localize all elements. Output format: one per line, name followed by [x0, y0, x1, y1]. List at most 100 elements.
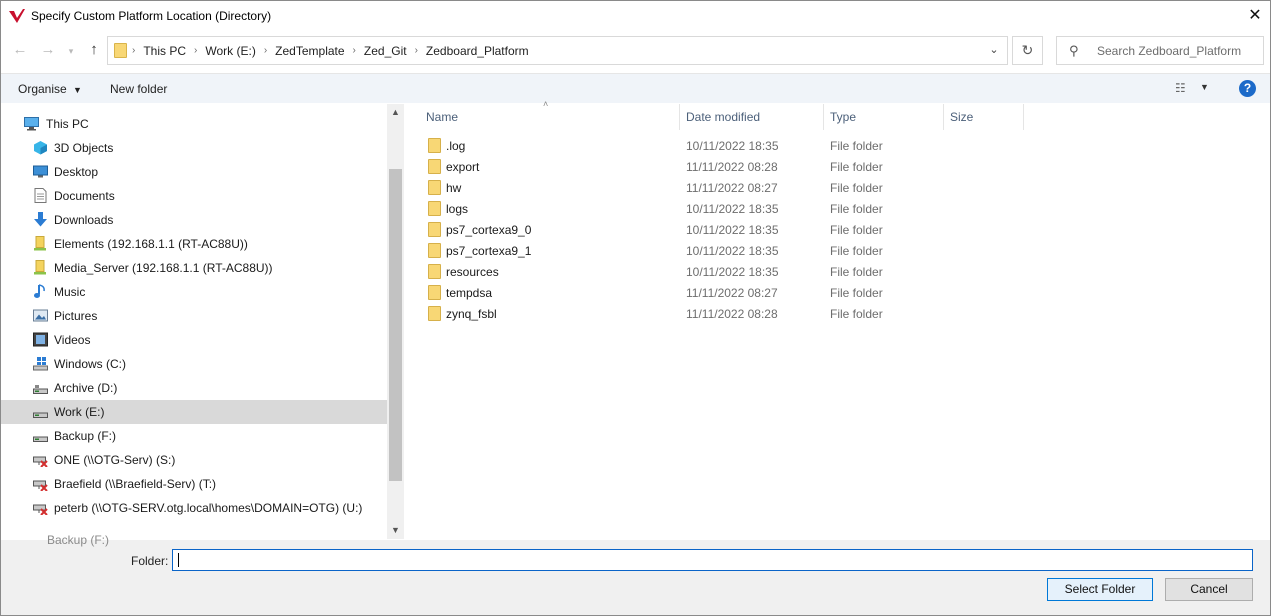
file-type: File folder	[830, 265, 883, 279]
folder-icon	[428, 285, 441, 300]
file-date: 10/11/2022 18:35	[686, 265, 779, 279]
file-row-ps7-cortexa9-1[interactable]: ps7_cortexa9_1 10/11/2022 18:35 File fol…	[420, 240, 940, 261]
command-bar: Organise ▼ New folder ☷ ▼ ?	[1, 73, 1270, 103]
sidebar-item-this-pc[interactable]: This PC	[1, 112, 387, 136]
new-folder-button[interactable]: New folder	[110, 82, 167, 96]
breadcrumb-this-pc[interactable]: This PC	[143, 44, 186, 58]
sidebar-item-braefield-t[interactable]: Braefield (\\Braefield-Serv) (T:)	[1, 472, 387, 496]
sidebar-item-videos[interactable]: Videos	[1, 328, 387, 352]
file-name: logs	[446, 202, 469, 216]
file-name: resources	[446, 265, 499, 279]
breadcrumb-work-drive[interactable]: Work (E:)	[205, 44, 255, 58]
sidebar-item-downloads[interactable]: Downloads	[1, 208, 387, 232]
disconnected-network-drive-icon	[33, 456, 48, 467]
drive-icon	[33, 385, 48, 394]
disconnected-network-drive-icon	[33, 504, 48, 515]
sidebar-item-partial: Backup (F:)	[47, 533, 110, 547]
navigation-pane[interactable]: This PC 3D Objects Desktop Documents Dow…	[1, 104, 387, 539]
title-bar: Specify Custom Platform Location (Direct…	[0, 0, 1271, 32]
file-row-tempdsa[interactable]: tempdsa 11/11/2022 08:27 File folder	[420, 282, 940, 303]
folder-input[interactable]	[172, 549, 1253, 571]
address-bar[interactable]: › This PC › Work (E:) › ZedTemplate › Ze…	[107, 36, 1008, 65]
file-date: 11/11/2022 08:27	[686, 286, 778, 300]
folder-icon	[428, 306, 441, 321]
navigation-scrollbar[interactable]: ▲ ▼	[387, 104, 404, 539]
file-date: 11/11/2022 08:28	[686, 307, 778, 321]
column-header-date-modified[interactable]: Date modified	[680, 104, 824, 130]
drive-icon	[33, 412, 48, 418]
select-folder-button[interactable]: Select Folder	[1047, 578, 1153, 601]
refresh-icon[interactable]: ↻	[1012, 36, 1043, 65]
file-row-zynq-fsbl[interactable]: zynq_fsbl 11/11/2022 08:28 File folder	[420, 303, 940, 324]
file-row-logs[interactable]: logs 10/11/2022 18:35 File folder	[420, 198, 940, 219]
sidebar-item-archive-d[interactable]: Archive (D:)	[1, 376, 387, 400]
breadcrumb-separator-icon[interactable]: ›	[353, 45, 356, 56]
folder-label: Folder:	[131, 554, 169, 568]
file-row-hw[interactable]: hw 11/11/2022 08:27 File folder	[420, 177, 940, 198]
search-input[interactable]: ⚲ Search Zedboard_Platform	[1056, 36, 1264, 65]
file-row-resources[interactable]: resources 10/11/2022 18:35 File folder	[420, 261, 940, 282]
sidebar-item-desktop[interactable]: Desktop	[1, 160, 387, 184]
breadcrumb: › This PC › Work (E:) › ZedTemplate › Ze…	[132, 37, 529, 64]
sidebar-item-work-e[interactable]: Work (E:)	[1, 400, 387, 424]
recent-locations-chevron-icon[interactable]: ▾	[60, 40, 82, 62]
sidebar-item-3d-objects[interactable]: 3D Objects	[1, 136, 387, 160]
forward-arrow-icon[interactable]: →	[37, 39, 59, 61]
breadcrumb-zedtemplate[interactable]: ZedTemplate	[275, 44, 344, 58]
folder-icon	[428, 159, 441, 174]
sidebar-item-backup-f[interactable]: Backup (F:)	[1, 424, 387, 448]
breadcrumb-separator-icon[interactable]: ›	[264, 45, 267, 56]
file-name: zynq_fsbl	[446, 307, 497, 321]
file-name: ps7_cortexa9_0	[446, 223, 532, 237]
breadcrumb-zed-git[interactable]: Zed_Git	[364, 44, 407, 58]
sidebar-item-one-s[interactable]: ONE (\\OTG-Serv) (S:)	[1, 448, 387, 472]
folder-icon	[428, 201, 441, 216]
sidebar-item-media-server[interactable]: Media_Server (192.168.1.1 (RT-AC88U))	[1, 256, 387, 280]
file-name: export	[446, 160, 480, 174]
organise-label: Organise	[18, 82, 67, 96]
sidebar-item-elements[interactable]: Elements (192.168.1.1 (RT-AC88U))	[1, 232, 387, 256]
view-options-icon[interactable]: ☷	[1175, 81, 1186, 95]
sidebar-item-peterb-u[interactable]: peterb (\\OTG-SERV.otg.local\homes\DOMAI…	[1, 496, 387, 520]
cancel-button[interactable]: Cancel	[1165, 578, 1253, 601]
file-date: 10/11/2022 18:35	[686, 244, 779, 258]
folder-icon	[428, 222, 441, 237]
file-row-export[interactable]: export 11/11/2022 08:28 File folder	[420, 156, 940, 177]
scroll-down-icon[interactable]: ▼	[387, 522, 404, 539]
column-header-type[interactable]: Type	[824, 104, 944, 130]
address-dropdown-chevron-icon[interactable]: ⌄	[982, 37, 1006, 64]
search-placeholder: Search Zedboard_Platform	[1097, 44, 1242, 58]
help-icon[interactable]: ?	[1239, 80, 1256, 97]
scrollbar-thumb[interactable]	[389, 169, 402, 481]
file-row-ps7-cortexa9-0[interactable]: ps7_cortexa9_0 10/11/2022 18:35 File fol…	[420, 219, 940, 240]
downloads-icon	[34, 212, 47, 227]
chevron-down-icon[interactable]: ▼	[1200, 82, 1209, 92]
file-name: tempdsa	[446, 286, 493, 300]
vivado-app-icon	[9, 9, 25, 23]
back-arrow-icon[interactable]: ←	[9, 39, 31, 61]
sidebar-item-windows-c[interactable]: Windows (C:)	[1, 352, 387, 376]
breadcrumb-separator-icon[interactable]: ›	[194, 45, 197, 56]
dialog-footer: Backup (F:) Folder: Select Folder Cancel	[1, 533, 1270, 615]
column-header-size[interactable]: Size	[944, 104, 1024, 130]
file-type: File folder	[830, 181, 883, 195]
file-type: File folder	[830, 139, 883, 153]
breadcrumb-separator-icon[interactable]: ›	[415, 45, 418, 56]
sidebar-item-music[interactable]: Music	[1, 280, 387, 304]
music-icon	[34, 284, 45, 298]
column-header-name[interactable]: Name	[420, 104, 680, 130]
organise-button[interactable]: Organise ▼	[18, 82, 82, 96]
close-icon[interactable]: ✕	[1244, 5, 1266, 27]
breadcrumb-zedboard-platform[interactable]: Zedboard_Platform	[426, 44, 529, 58]
desktop-icon	[33, 165, 48, 178]
windows-drive-icon	[33, 357, 48, 371]
folder-icon	[114, 43, 127, 58]
up-arrow-icon[interactable]: ↑	[83, 39, 105, 61]
breadcrumb-separator-icon: ›	[132, 45, 136, 56]
scroll-up-icon[interactable]: ▲	[387, 104, 404, 121]
file-row-log[interactable]: .log 10/11/2022 18:35 File folder	[420, 135, 940, 156]
documents-icon	[34, 188, 47, 203]
folder-icon	[428, 243, 441, 258]
sidebar-item-pictures[interactable]: Pictures	[1, 304, 387, 328]
sidebar-item-documents[interactable]: Documents	[1, 184, 387, 208]
